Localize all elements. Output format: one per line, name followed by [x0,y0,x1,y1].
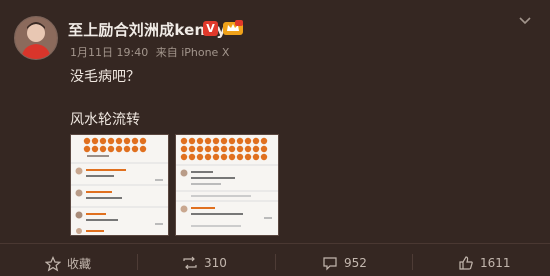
post-image-2[interactable] [175,134,279,236]
weibo-post: 至上励合刘洲成kenny V 1月11日 19:40 来自 iPhone X 没… [0,0,550,276]
avatar[interactable] [14,16,58,60]
star-icon [45,255,61,271]
action-bar-divider [0,243,550,244]
action-separator [137,254,138,270]
repost-count: 310 [204,256,227,270]
post-meta: 1月11日 19:40 来自 iPhone X [70,44,233,60]
comment-screenshot-2 [176,135,278,235]
favorite-button[interactable]: 收藏 [45,255,91,272]
repost-button[interactable]: 310 [182,255,227,271]
action-separator [275,254,276,270]
post-text-line-2: 风水轮流转 [70,112,140,128]
post-source: 来自 iPhone X [155,46,230,59]
post-time[interactable]: 1月11日 19:40 [70,46,148,59]
comment-button[interactable]: 952 [322,255,367,271]
verified-v-icon[interactable]: V [203,20,218,36]
comment-count: 952 [344,256,367,270]
action-separator [412,254,413,270]
favorite-label: 收藏 [67,257,92,271]
comment-screenshot-1 [71,135,168,235]
thumbs-up-icon [459,256,473,270]
like-count: 1611 [480,256,511,270]
repost-icon [183,256,197,270]
avatar-image [15,17,57,59]
crown-badge-icon[interactable] [223,20,243,36]
post-text-line-1: 没毛病吧？ [70,69,140,85]
author-badges: V [203,20,243,36]
comment-icon [323,257,337,271]
like-button[interactable]: 1611 [458,255,511,271]
chevron-down-icon[interactable] [518,16,532,26]
post-image-1[interactable] [70,134,169,236]
